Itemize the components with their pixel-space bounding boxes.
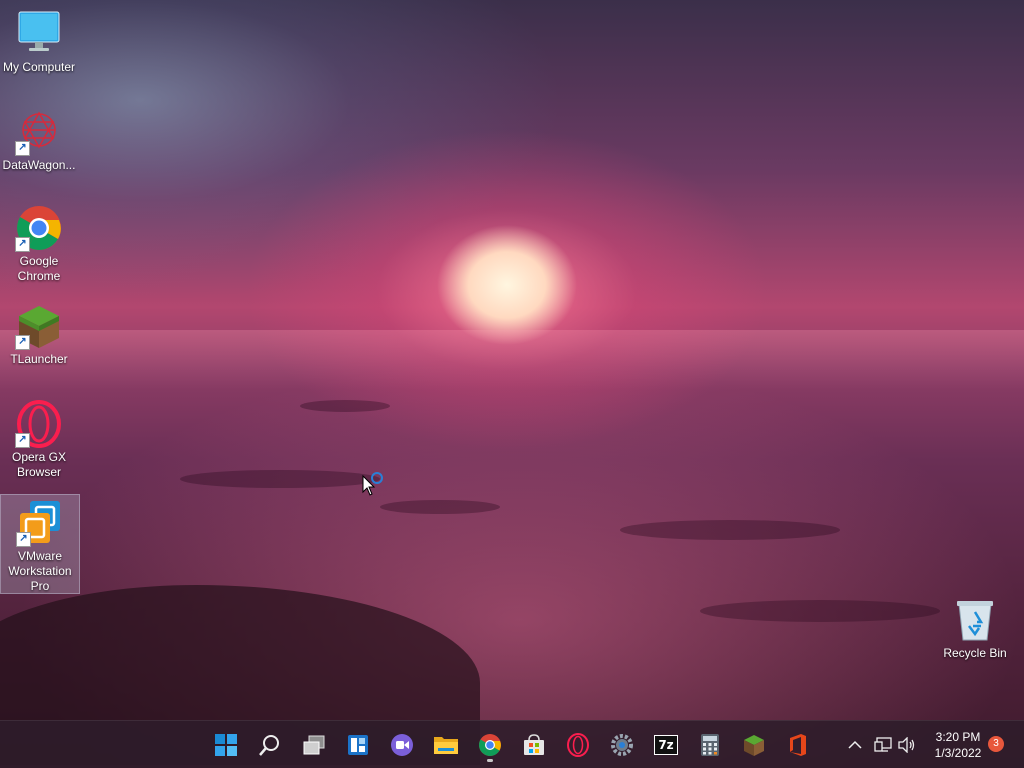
wallpaper-wave bbox=[180, 470, 380, 488]
start-button[interactable] bbox=[208, 727, 244, 763]
wallpaper-wave bbox=[620, 520, 840, 540]
seven-zip-button[interactable]: 7z bbox=[648, 727, 684, 763]
shortcut-arrow-icon: ↗ bbox=[15, 335, 30, 350]
wallpaper-wave bbox=[700, 600, 940, 622]
search-button[interactable] bbox=[252, 727, 288, 763]
wallpaper-wave bbox=[300, 400, 390, 412]
chat-icon bbox=[391, 734, 413, 756]
office-icon bbox=[790, 734, 806, 756]
desktop-icon-label: TLauncher bbox=[10, 352, 68, 366]
show-hidden-icons-button[interactable] bbox=[844, 721, 866, 768]
shortcut-arrow-icon: ↗ bbox=[15, 237, 30, 252]
task-view-icon bbox=[303, 735, 325, 755]
desktop-icon-label: My Computer bbox=[2, 60, 76, 74]
widgets-icon bbox=[348, 735, 368, 755]
windows-start-icon bbox=[215, 734, 237, 756]
chat-button[interactable] bbox=[384, 727, 420, 763]
clock[interactable]: 3:20 PM 1/3/2022 bbox=[920, 729, 996, 761]
folder-icon bbox=[434, 737, 458, 754]
seven-zip-icon: 7z bbox=[654, 735, 678, 755]
chrome-icon bbox=[479, 734, 501, 756]
desktop-icon-opera-gx[interactable]: ↗ Opera GX Browser bbox=[0, 396, 78, 480]
grass-block-icon: ↗ bbox=[15, 302, 63, 350]
clock-date: 1/3/2022 bbox=[934, 746, 982, 760]
shortcut-arrow-icon: ↗ bbox=[15, 141, 30, 156]
shortcut-arrow-icon: ↗ bbox=[16, 532, 31, 547]
wallpaper-wave bbox=[380, 500, 500, 514]
widgets-button[interactable] bbox=[340, 727, 376, 763]
desktop-icon-label: Opera GX Browser bbox=[11, 450, 67, 479]
store-button[interactable] bbox=[516, 727, 552, 763]
task-view-button[interactable] bbox=[296, 727, 332, 763]
chrome-taskbar-button[interactable] bbox=[472, 727, 508, 763]
chrome-icon: ↗ bbox=[15, 204, 63, 252]
chevron-up-icon bbox=[848, 740, 862, 749]
desktop-icon-tlauncher[interactable]: ↗ TLauncher bbox=[0, 298, 78, 367]
desktop-icon-vmware[interactable]: ↗ VMware Workstation Pro bbox=[0, 494, 80, 594]
volume-button[interactable] bbox=[896, 721, 918, 768]
network-icon bbox=[874, 737, 892, 752]
grass-block-icon bbox=[744, 735, 764, 756]
desktop-icon-my-computer[interactable]: My Computer bbox=[0, 6, 78, 75]
desktop-icon-google-chrome[interactable]: ↗ Google Chrome bbox=[0, 200, 78, 284]
calculator-button[interactable] bbox=[692, 727, 728, 763]
desktop[interactable]: My Computer ↗ DataWagon... ↗ Google Chro… bbox=[0, 0, 1024, 768]
desktop-icon-label: Google Chrome bbox=[17, 254, 61, 283]
opera-gx-taskbar-button[interactable] bbox=[560, 727, 596, 763]
settings-button[interactable] bbox=[604, 727, 640, 763]
monitor-icon bbox=[15, 10, 63, 58]
desktop-icon-label: VMware Workstation Pro bbox=[8, 549, 72, 593]
recycle-bin-icon bbox=[951, 596, 999, 644]
mouse-cursor bbox=[362, 470, 390, 503]
wallpaper-horizon bbox=[0, 330, 1024, 390]
gear-icon bbox=[611, 734, 633, 756]
desktop-icon-label: DataWagon... bbox=[2, 158, 76, 172]
search-icon bbox=[259, 735, 279, 756]
tlauncher-taskbar-button[interactable] bbox=[736, 727, 772, 763]
opera-icon: ↗ bbox=[15, 400, 63, 448]
network-button[interactable] bbox=[872, 721, 894, 768]
desktop-icon-label: Recycle Bin bbox=[943, 646, 1007, 660]
taskbar: 7z 3:20 PM 1/3/2022 bbox=[0, 720, 1024, 768]
vmware-icon: ↗ bbox=[16, 499, 64, 547]
file-explorer-button[interactable] bbox=[428, 727, 464, 763]
volume-icon bbox=[898, 737, 915, 753]
store-icon bbox=[524, 734, 544, 755]
desktop-icon-datawagon[interactable]: ↗ DataWagon... bbox=[0, 104, 78, 173]
clock-time: 3:20 PM bbox=[935, 730, 981, 744]
desktop-icon-recycle-bin[interactable]: Recycle Bin bbox=[936, 592, 1014, 661]
office-button[interactable] bbox=[780, 727, 816, 763]
opera-icon bbox=[567, 733, 589, 757]
calculator-icon bbox=[701, 734, 719, 756]
notification-badge[interactable]: 3 bbox=[988, 736, 1004, 752]
shortcut-arrow-icon: ↗ bbox=[15, 433, 30, 448]
datawagon-icon: ↗ bbox=[15, 108, 63, 156]
